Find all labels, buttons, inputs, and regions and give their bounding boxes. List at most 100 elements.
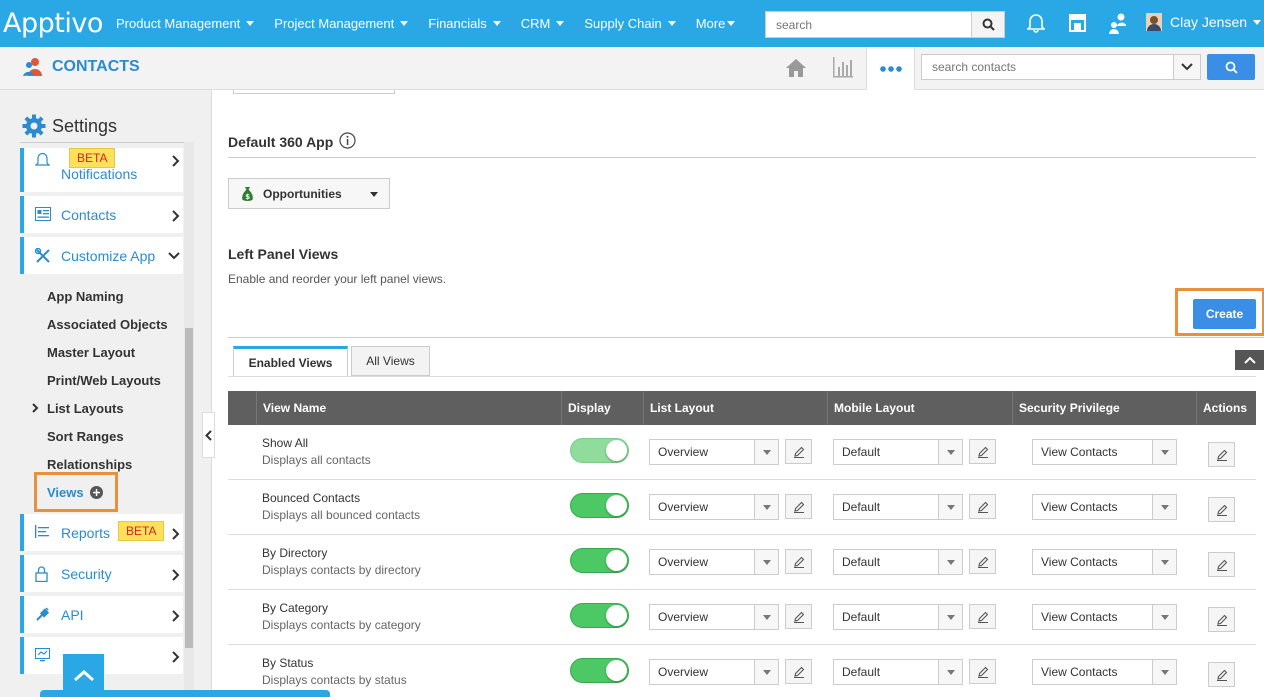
security-privilege-select[interactable]: View Contacts [1032, 439, 1177, 465]
security-privilege-select[interactable]: View Contacts [1032, 494, 1177, 520]
security-privilege-select[interactable]: View Contacts [1032, 604, 1177, 630]
top-navbar: Apptivo Product Management Project Manag… [0, 0, 1264, 47]
apptivo-logo[interactable]: Apptivo [3, 8, 116, 39]
edit-mobile-layout-button[interactable] [969, 439, 996, 464]
edit-list-layout-button[interactable] [785, 439, 812, 464]
edit-view-button[interactable] [1208, 607, 1235, 632]
display-toggle[interactable] [570, 438, 629, 463]
chart-card-icon [35, 648, 50, 662]
chevron-down-icon [762, 669, 771, 675]
chevron-down-icon [168, 252, 180, 260]
bell-icon[interactable] [1027, 13, 1045, 33]
table-row: Show All Displays all contacts Overview Def… [228, 425, 1256, 480]
list-layout-select[interactable]: Overview [649, 659, 779, 685]
chevron-left-icon [205, 429, 212, 441]
edit-list-layout-button[interactable] [785, 659, 812, 684]
toggle-knob [606, 660, 627, 681]
plug-icon [36, 607, 50, 621]
sidebar-subitem-master-layout[interactable]: Master Layout [47, 345, 135, 360]
sidebar-subitem-print-web-layouts[interactable]: Print/Web Layouts [47, 373, 161, 388]
display-toggle[interactable] [570, 493, 629, 518]
edit-mobile-layout-button[interactable] [969, 604, 996, 629]
display-toggle[interactable] [570, 603, 629, 628]
edit-view-button[interactable] [1208, 552, 1235, 577]
nav-more[interactable]: More [696, 16, 736, 31]
edit-view-button[interactable] [1208, 497, 1235, 522]
sidebar-item-api[interactable]: API [20, 596, 183, 633]
more-options-button[interactable] [866, 47, 915, 90]
create-button[interactable]: Create [1193, 299, 1256, 329]
edit-mobile-layout-button[interactable] [969, 549, 996, 574]
chevron-down-icon [1160, 504, 1169, 510]
caret-down-icon [400, 21, 409, 26]
sidebar-item-security[interactable]: Security [20, 555, 183, 592]
header-display: Display [561, 391, 643, 425]
left-panel-heading: Left Panel Views [228, 246, 339, 262]
caret-down-icon [246, 21, 255, 26]
left-panel-description: Enable and reorder your left panel views… [228, 272, 447, 286]
nav-project-management[interactable]: Project Management [274, 16, 409, 31]
users-icon[interactable] [1108, 13, 1127, 35]
edit-view-button[interactable] [1208, 662, 1235, 687]
nav-supply-chain[interactable]: Supply Chain [584, 16, 676, 31]
sidebar-subitem-sort-ranges[interactable]: Sort Ranges [47, 429, 124, 444]
edit-list-layout-button[interactable] [785, 604, 812, 629]
global-search-button[interactable] [971, 12, 1004, 37]
view-description: Displays contacts by status [262, 673, 407, 687]
search-filter-dropdown[interactable] [1173, 55, 1200, 79]
info-icon[interactable] [339, 132, 356, 149]
store-icon[interactable] [1068, 13, 1087, 32]
sidebar-item-notifications[interactable]: BETA Notifications [20, 148, 183, 192]
tab-enabled-views[interactable]: Enabled Views [233, 346, 348, 377]
main-content: Default 360 App $ Opportunities Left Pan… [213, 90, 1264, 697]
security-privilege-select[interactable]: View Contacts [1032, 659, 1177, 685]
contacts-search-input[interactable] [922, 55, 1173, 79]
user-menu[interactable]: Clay Jensen [1146, 13, 1262, 31]
mobile-layout-select[interactable]: Default [833, 659, 963, 685]
edit-list-layout-button[interactable] [785, 494, 812, 519]
sidebar-subitem-associated-objects[interactable]: Associated Objects [47, 317, 168, 332]
list-layout-select[interactable]: Overview [649, 494, 779, 520]
gear-icon [22, 114, 46, 138]
nav-product-management[interactable]: Product Management [116, 16, 255, 31]
table-row: By Category Displays contacts by category… [228, 590, 1256, 645]
tab-all-views[interactable]: All Views [351, 346, 430, 376]
nav-crm[interactable]: CRM [521, 16, 565, 31]
pencil-icon [977, 501, 988, 513]
bar-chart-icon[interactable] [832, 57, 854, 78]
global-search-input[interactable] [766, 12, 971, 37]
mobile-layout-select[interactable]: Default [833, 439, 963, 465]
sidebar-subitem-views[interactable]: Views [47, 485, 84, 500]
section-divider [228, 157, 1256, 158]
edit-mobile-layout-button[interactable] [969, 494, 996, 519]
contacts-search-button[interactable] [1207, 54, 1255, 80]
contacts-card-icon [35, 207, 51, 221]
home-icon[interactable] [785, 58, 807, 78]
collapse-section-button[interactable] [1235, 350, 1264, 370]
sidebar-item-contacts[interactable]: Contacts [20, 196, 183, 233]
list-layout-select[interactable]: Overview [649, 604, 779, 630]
display-toggle[interactable] [570, 658, 629, 683]
sidebar-item-customize-app[interactable]: Customize App [20, 237, 183, 274]
security-privilege-select[interactable]: View Contacts [1032, 549, 1177, 575]
sidebar-scrollbar-thumb[interactable] [185, 328, 193, 648]
sidebar-item-reports[interactable]: Reports BETA [20, 514, 183, 551]
display-toggle[interactable] [570, 548, 629, 573]
mobile-layout-select[interactable]: Default [833, 549, 963, 575]
default-app-dropdown[interactable]: $ Opportunities [228, 178, 390, 209]
edit-list-layout-button[interactable] [785, 549, 812, 574]
plus-circle-icon[interactable] [90, 486, 103, 499]
global-search [765, 11, 1005, 38]
caret-down-icon [556, 21, 565, 26]
mobile-layout-select[interactable]: Default [833, 604, 963, 630]
sidebar-subitem-list-layouts[interactable]: List Layouts [47, 401, 124, 416]
chevron-down-icon [762, 504, 771, 510]
list-layout-select[interactable]: Overview [649, 549, 779, 575]
sidebar-subitem-relationships[interactable]: Relationships [47, 457, 132, 472]
nav-financials[interactable]: Financials [428, 16, 501, 31]
mobile-layout-select[interactable]: Default [833, 494, 963, 520]
sidebar-subitem-app-naming[interactable]: App Naming [47, 289, 124, 304]
edit-mobile-layout-button[interactable] [969, 659, 996, 684]
edit-view-button[interactable] [1208, 442, 1235, 467]
list-layout-select[interactable]: Overview [649, 439, 779, 465]
